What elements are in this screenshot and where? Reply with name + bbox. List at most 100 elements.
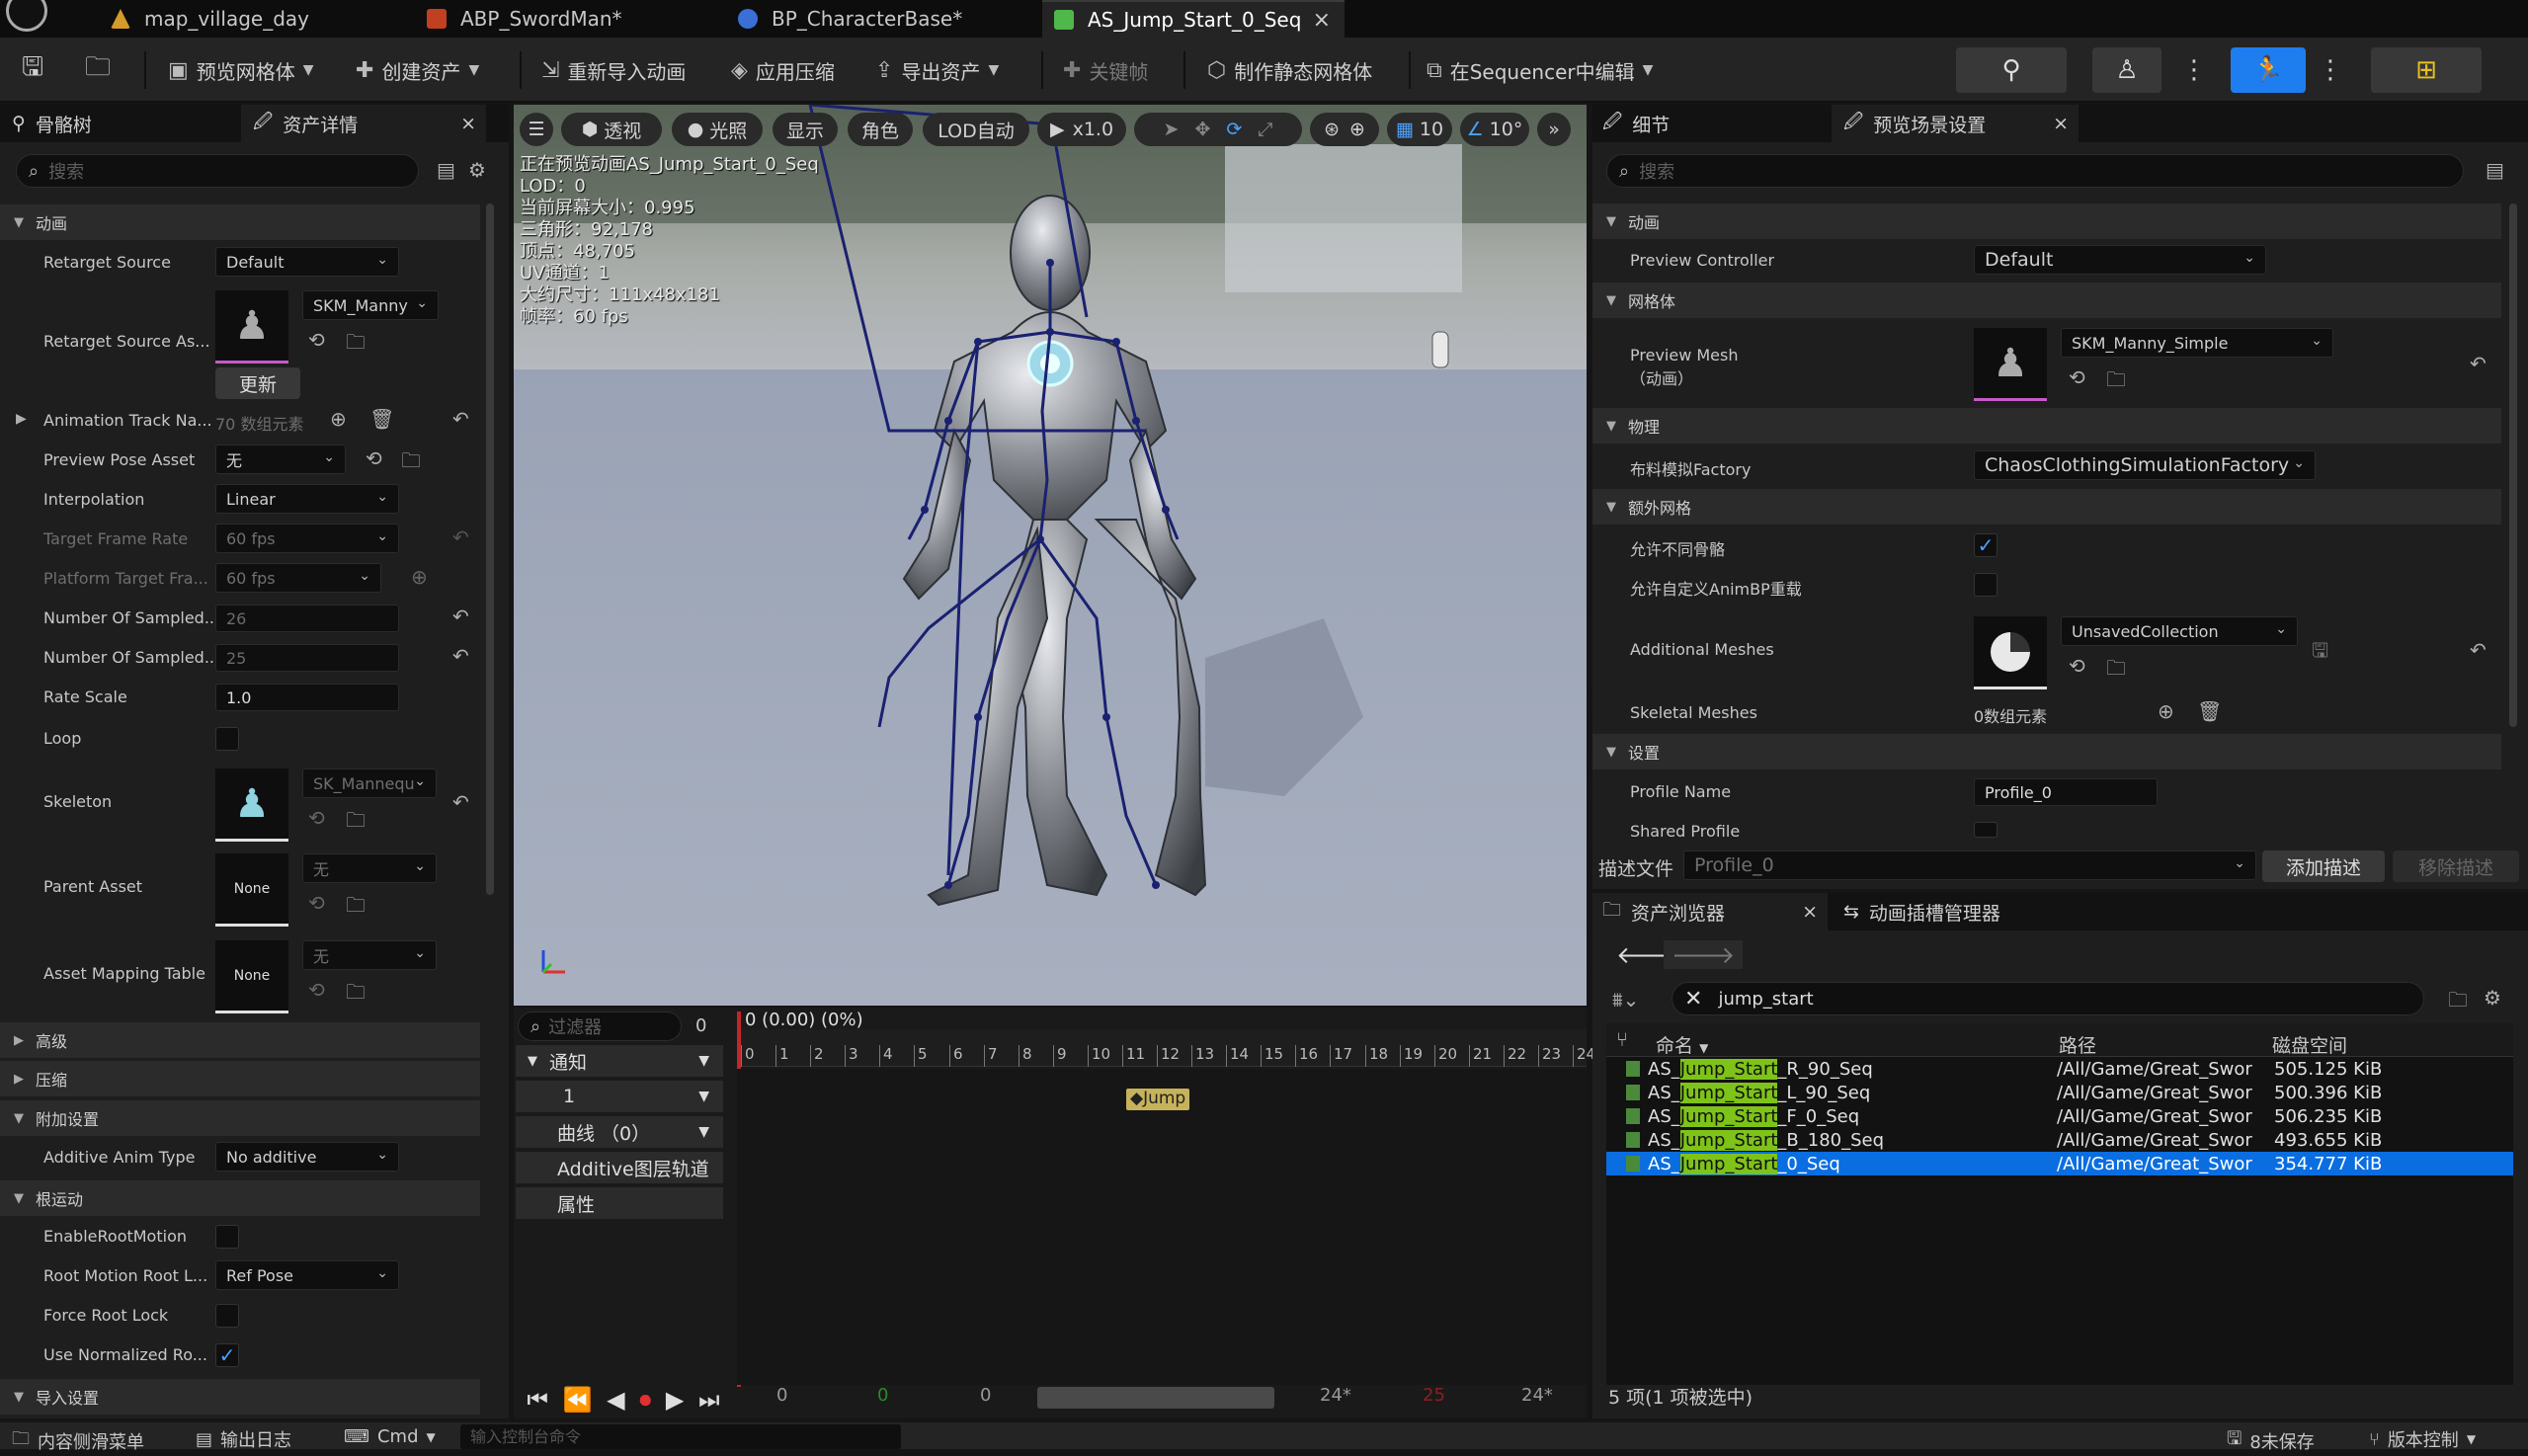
close-icon[interactable]: × [460,113,476,134]
mesh-mode-button[interactable]: ♙ [2092,47,2161,93]
scale-icon[interactable]: ⤢ [1258,119,1272,140]
reimport-animation-button[interactable]: ⇲ 重新导入动画 [541,51,686,89]
move-icon[interactable]: ✥ [1194,119,1210,140]
loop-checkbox[interactable] [215,727,239,751]
asset-row[interactable]: AS_Jump_Start_L_90_Seq/All/Game/Great_Sw… [1606,1081,2513,1104]
filter-icon[interactable]: ⩩⌄ [1612,988,1639,1011]
asset-row[interactable]: AS_Jump_Start_0_Seq/All/Game/Great_Swor 3… [1606,1152,2513,1175]
scrollbar[interactable] [2509,203,2517,727]
play-reverse-icon[interactable]: ◀ [607,1386,624,1414]
character-button[interactable]: 角色 [848,113,913,146]
reset-icon[interactable]: ↶ [452,407,469,431]
working-end[interactable]: 25 [1423,1385,1445,1406]
delete-icon[interactable]: 🗑 [369,407,394,431]
notify-jump[interactable]: ◆Jump [1126,1089,1190,1110]
section-additional-meshes[interactable]: ▼ 额外网格 [1592,489,2501,525]
asset-search-input[interactable]: ✕ jump_start [1672,982,2424,1015]
reset-icon[interactable]: ↶ [2470,638,2487,662]
tab-asset-details[interactable]: 🖉 资产详情 × [241,105,486,142]
add-element-icon[interactable]: ⊕ [2158,699,2174,723]
browse-asset-icon[interactable]: 🗀 [346,806,366,840]
create-asset-button[interactable]: ✚ 创建资产 ▼ [356,51,487,89]
browse-asset-icon[interactable]: 🗀 [346,328,366,362]
record-icon[interactable]: ⏺ [639,1386,651,1414]
show-button[interactable]: 显示 [773,113,838,146]
additional-meshes-dropdown[interactable]: UnsavedCollection ⌄ [2061,616,2298,646]
column-options-icon[interactable]: ⑂ [1616,1027,1628,1051]
browse-icon[interactable]: 🗀 [85,51,111,89]
browse-asset-icon[interactable]: 🗀 [346,978,366,1011]
animation-mode-button[interactable]: 🏃 [2231,47,2306,93]
play-icon[interactable]: ▶ [666,1386,684,1414]
track-additive-layers[interactable]: Additive图层轨道 [516,1152,723,1183]
additional-meshes-thumbnail[interactable] [1974,616,2047,689]
section-compression[interactable]: ▶ 压缩 [0,1061,480,1096]
browse-asset-icon[interactable]: 🗀 [2106,654,2126,688]
add-platform-icon[interactable]: ⊕ [411,565,428,589]
lod-button[interactable]: LOD自动 [923,113,1029,146]
profile-file-dropdown[interactable]: Profile_0 ⌄ [1683,850,2256,880]
clothing-factory-dropdown[interactable]: ChaosClothingSimulationFactory ⌄ [1974,450,2316,480]
delete-icon[interactable]: 🗑 [2197,699,2222,723]
playback-speed-button[interactable]: ▶ x1.0 [1037,113,1126,146]
scrollbar[interactable] [486,203,494,895]
close-icon[interactable]: × [1313,8,1331,33]
expand-arrow-icon[interactable]: ▶ [16,411,27,427]
section-animation[interactable]: ▼ 动画 [0,204,480,240]
preview-mesh-button[interactable]: ▣ 预览网格体 ▼ [168,51,322,89]
playback-end[interactable]: 24* [1320,1385,1351,1406]
playback-start[interactable]: 0 [980,1385,991,1406]
tab-preview-scene-settings[interactable]: 🖉 预览场景设置 × [1832,105,2079,142]
section-settings[interactable]: ▼ 设置 [1592,734,2501,769]
animation-viewport[interactable]: ☰ ⬢ 透视 ● 光照 显示 角色 LOD自动 ▶ x1.0 ➤ ✥ ⟳ ⤢ ⊛ ⊕ ▦… [514,105,1587,1006]
console-input[interactable]: 输入控制台命令 [460,1424,901,1449]
table-view-icon[interactable]: ▤ [2486,158,2504,182]
use-selected-icon[interactable]: ⟲ [2069,654,2085,678]
section-physics[interactable]: ▼ 物理 [1592,408,2501,444]
retarget-mesh-thumbnail[interactable]: ♟ [215,290,288,364]
search-input[interactable]: ⌕ 搜索 [16,154,419,188]
unreal-logo[interactable] [6,0,47,32]
force-root-lock-checkbox[interactable] [215,1304,239,1328]
track-curves[interactable]: 曲线 （0） ▼ [516,1116,723,1148]
select-icon[interactable]: ➤ [1164,119,1180,140]
timeline-scroll[interactable] [1037,1387,1274,1409]
profile-name-input[interactable]: Profile_0 [1974,778,2158,806]
save-icon[interactable]: 🖫 [2312,636,2328,670]
tab-bp-characterbase[interactable]: BP_CharacterBase* [726,0,1042,38]
unsaved-button[interactable]: 🖫 8未保存 [2227,1426,2315,1456]
view-start[interactable]: 0 [776,1385,787,1406]
settings-gear-icon[interactable]: ⚙ [468,158,486,182]
angle-snap-button[interactable]: ∠ 10° [1460,113,1529,146]
grid-snap-button[interactable]: ▦ 10 [1387,113,1452,146]
additive-anim-type-dropdown[interactable]: No additive ⌄ [215,1142,399,1172]
tab-details[interactable]: 🖉 细节 [1602,105,1670,142]
tab-abp-swordman[interactable]: ABP_SwordMan* [415,0,731,38]
tab-as-jump-start[interactable]: AS_Jump_Start_0_Seq × [1042,0,1345,38]
skip-start-icon[interactable]: ⏮ [527,1386,548,1414]
parent-asset-dropdown[interactable]: 无 ⌄ [302,853,437,883]
step-back-icon[interactable]: ⏪ [563,1386,593,1414]
preview-mesh-dropdown[interactable]: SKM_Manny_Simple ⌄ [2061,328,2333,358]
rotate-icon[interactable]: ⟳ [1226,119,1242,140]
keyframe-button[interactable]: ✚ 关键帧 [1063,51,1148,89]
track-notifies[interactable]: ▼ 通知 ▼ [516,1045,723,1077]
shared-profile-checkbox[interactable] [1974,822,1998,838]
use-selected-icon[interactable]: ⟲ [308,978,325,1002]
use-selected-icon[interactable]: ⟲ [366,446,382,470]
folder-icon[interactable]: 🗀 [2448,986,2468,1019]
close-icon[interactable]: × [2053,113,2069,134]
column-disk-space[interactable]: 磁盘空间 [2272,1031,2347,1058]
root-motion-root-lock-dropdown[interactable]: Ref Pose ⌄ [215,1260,399,1290]
section-import-settings[interactable]: ▼ 导入设置 [0,1379,480,1415]
browse-asset-icon[interactable]: 🗀 [2106,365,2126,399]
use-selected-icon[interactable]: ⟲ [2069,365,2085,389]
enable-root-motion-checkbox[interactable] [215,1225,239,1249]
details-search-input[interactable]: ⌕ 搜索 [1606,154,2464,188]
preview-controller-dropdown[interactable]: Default ⌄ [1974,245,2266,275]
interpolation-dropdown[interactable]: Linear ⌄ [215,484,399,514]
forward-arrow-icon[interactable]: 🡒 [1664,940,1744,969]
make-static-mesh-button[interactable]: ⬡ 制作静态网格体 [1207,51,1372,89]
blueprint-mode-button[interactable]: ⊞ [2371,47,2482,93]
browse-asset-icon[interactable]: 🗀 [401,446,421,480]
